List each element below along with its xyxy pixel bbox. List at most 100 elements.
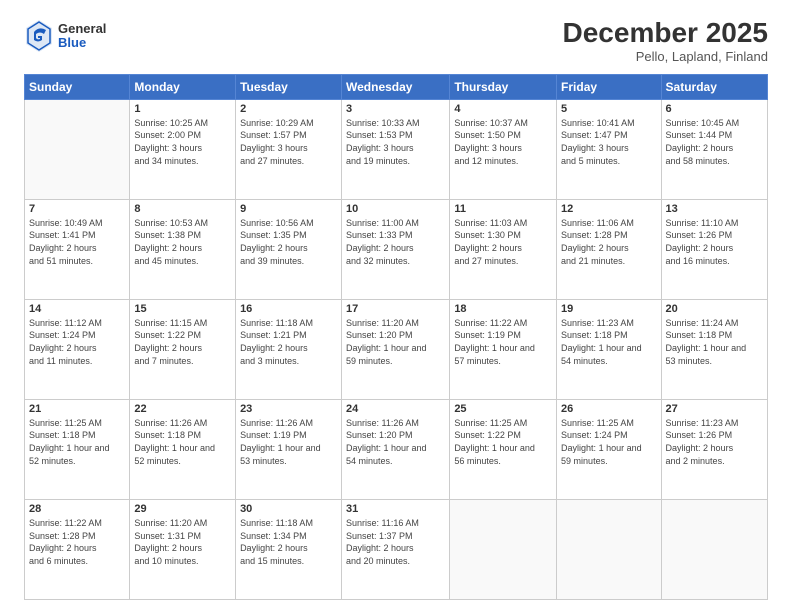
day-info: Sunrise: 11:25 AM Sunset: 1:18 PM Daylig… (29, 417, 125, 467)
calendar-cell: 4 Sunrise: 10:37 AM Sunset: 1:50 PM Dayli… (450, 99, 557, 199)
logo: General Blue (24, 18, 106, 54)
calendar-cell: 21 Sunrise: 11:25 AM Sunset: 1:18 PM Dayl… (25, 399, 130, 499)
day-info: Sunrise: 11:22 AM Sunset: 1:19 PM Daylig… (454, 317, 552, 367)
calendar-cell: 15 Sunrise: 11:15 AM Sunset: 1:22 PM Dayl… (130, 299, 236, 399)
day-number: 2 (240, 103, 337, 115)
day-info: Sunrise: 10:37 AM Sunset: 1:50 PM Daylig… (454, 117, 552, 167)
day-info: Sunrise: 11:06 AM Sunset: 1:28 PM Daylig… (561, 217, 656, 267)
day-number: 16 (240, 303, 337, 315)
day-info: Sunrise: 11:25 AM Sunset: 1:24 PM Daylig… (561, 417, 656, 467)
day-number: 28 (29, 503, 125, 515)
calendar-cell (450, 499, 557, 599)
day-info: Sunrise: 11:24 AM Sunset: 1:18 PM Daylig… (666, 317, 763, 367)
calendar-table: SundayMondayTuesdayWednesdayThursdayFrid… (24, 74, 768, 600)
day-number: 4 (454, 103, 552, 115)
calendar-cell: 10 Sunrise: 11:00 AM Sunset: 1:33 PM Dayl… (342, 199, 450, 299)
calendar-subtitle: Pello, Lapland, Finland (563, 49, 768, 64)
calendar-cell: 7Sunrise: 10:49 AM Sunset: 1:41 PM Dayli… (25, 199, 130, 299)
calendar-cell: 19Sunrise: 11:23 AM Sunset: 1:18 PM Dayl… (557, 299, 661, 399)
title-block: December 2025 Pello, Lapland, Finland (563, 18, 768, 64)
day-number: 18 (454, 303, 552, 315)
day-info: Sunrise: 11:18 AM Sunset: 1:34 PM Daylig… (240, 517, 337, 567)
day-number: 1 (134, 103, 231, 115)
calendar-cell: 22Sunrise: 11:26 AM Sunset: 1:18 PM Dayl… (130, 399, 236, 499)
day-info: Sunrise: 10:33 AM Sunset: 1:53 PM Daylig… (346, 117, 445, 167)
day-number: 6 (666, 103, 763, 115)
calendar-cell: 30 Sunrise: 11:18 AM Sunset: 1:34 PM Dayl… (236, 499, 342, 599)
calendar-cell: 11Sunrise: 11:03 AM Sunset: 1:30 PM Dayl… (450, 199, 557, 299)
day-info: Sunrise: 11:10 AM Sunset: 1:26 PM Daylig… (666, 217, 763, 267)
day-info: Sunrise: 11:20 AM Sunset: 1:20 PM Daylig… (346, 317, 445, 367)
day-number: 27 (666, 403, 763, 415)
day-info: Sunrise: 11:15 AM Sunset: 1:22 PM Daylig… (134, 317, 231, 367)
calendar-cell: 2Sunrise: 10:29 AM Sunset: 1:57 PM Dayli… (236, 99, 342, 199)
calendar-cell: 5Sunrise: 10:41 AM Sunset: 1:47 PM Dayli… (557, 99, 661, 199)
calendar-week-row: 14 Sunrise: 11:12 AM Sunset: 1:24 PM Dayl… (25, 299, 768, 399)
calendar-cell: 24Sunrise: 11:26 AM Sunset: 1:20 PM Dayl… (342, 399, 450, 499)
logo-icon (24, 18, 54, 54)
day-number: 31 (346, 503, 445, 515)
calendar-cell: 26 Sunrise: 11:25 AM Sunset: 1:24 PM Dayl… (557, 399, 661, 499)
calendar-cell: 8Sunrise: 10:53 AM Sunset: 1:38 PM Dayli… (130, 199, 236, 299)
calendar-title: December 2025 (563, 18, 768, 49)
day-info: Sunrise: 10:56 AM Sunset: 1:35 PM Daylig… (240, 217, 337, 267)
calendar-cell: 3 Sunrise: 10:33 AM Sunset: 1:53 PM Dayli… (342, 99, 450, 199)
day-info: Sunrise: 11:12 AM Sunset: 1:24 PM Daylig… (29, 317, 125, 367)
day-number: 12 (561, 203, 656, 215)
calendar-cell: 23Sunrise: 11:26 AM Sunset: 1:19 PM Dayl… (236, 399, 342, 499)
calendar-cell: 9 Sunrise: 10:56 AM Sunset: 1:35 PM Dayli… (236, 199, 342, 299)
calendar-cell: 1 Sunrise: 10:25 AM Sunset: 2:00 PM Dayli… (130, 99, 236, 199)
page: General Blue December 2025 Pello, Laplan… (0, 0, 792, 612)
calendar-week-row: 1 Sunrise: 10:25 AM Sunset: 2:00 PM Dayli… (25, 99, 768, 199)
day-info: Sunrise: 11:00 AM Sunset: 1:33 PM Daylig… (346, 217, 445, 267)
day-number: 13 (666, 203, 763, 215)
day-info: Sunrise: 11:22 AM Sunset: 1:28 PM Daylig… (29, 517, 125, 567)
day-info: Sunrise: 11:23 AM Sunset: 1:26 PM Daylig… (666, 417, 763, 467)
day-number: 29 (134, 503, 231, 515)
day-number: 17 (346, 303, 445, 315)
day-of-week-header: Friday (557, 74, 661, 99)
day-of-week-header: Thursday (450, 74, 557, 99)
logo-line1: General (58, 22, 106, 36)
calendar-cell (557, 499, 661, 599)
day-info: Sunrise: 10:45 AM Sunset: 1:44 PM Daylig… (666, 117, 763, 167)
calendar-cell: 17 Sunrise: 11:20 AM Sunset: 1:20 PM Dayl… (342, 299, 450, 399)
day-number: 3 (346, 103, 445, 115)
calendar-cell: 18 Sunrise: 11:22 AM Sunset: 1:19 PM Dayl… (450, 299, 557, 399)
calendar-cell: 25 Sunrise: 11:25 AM Sunset: 1:22 PM Dayl… (450, 399, 557, 499)
day-info: Sunrise: 11:26 AM Sunset: 1:19 PM Daylig… (240, 417, 337, 467)
day-number: 10 (346, 203, 445, 215)
calendar-week-row: 21 Sunrise: 11:25 AM Sunset: 1:18 PM Dayl… (25, 399, 768, 499)
day-number: 8 (134, 203, 231, 215)
calendar-cell: 28 Sunrise: 11:22 AM Sunset: 1:28 PM Dayl… (25, 499, 130, 599)
day-number: 5 (561, 103, 656, 115)
day-number: 30 (240, 503, 337, 515)
day-info: Sunrise: 10:25 AM Sunset: 2:00 PM Daylig… (134, 117, 231, 167)
calendar-cell: 6 Sunrise: 10:45 AM Sunset: 1:44 PM Dayli… (661, 99, 767, 199)
day-number: 11 (454, 203, 552, 215)
day-number: 22 (134, 403, 231, 415)
calendar-cell (661, 499, 767, 599)
day-of-week-header: Tuesday (236, 74, 342, 99)
day-number: 14 (29, 303, 125, 315)
day-number: 19 (561, 303, 656, 315)
calendar-cell: 13 Sunrise: 11:10 AM Sunset: 1:26 PM Dayl… (661, 199, 767, 299)
day-of-week-header: Monday (130, 74, 236, 99)
calendar-cell: 16Sunrise: 11:18 AM Sunset: 1:21 PM Dayl… (236, 299, 342, 399)
calendar-cell: 29 Sunrise: 11:20 AM Sunset: 1:31 PM Dayl… (130, 499, 236, 599)
day-number: 21 (29, 403, 125, 415)
day-info: Sunrise: 11:20 AM Sunset: 1:31 PM Daylig… (134, 517, 231, 567)
day-number: 15 (134, 303, 231, 315)
day-number: 9 (240, 203, 337, 215)
day-of-week-header: Wednesday (342, 74, 450, 99)
day-info: Sunrise: 11:16 AM Sunset: 1:37 PM Daylig… (346, 517, 445, 567)
day-number: 25 (454, 403, 552, 415)
calendar-cell: 31 Sunrise: 11:16 AM Sunset: 1:37 PM Dayl… (342, 499, 450, 599)
calendar-cell: 12 Sunrise: 11:06 AM Sunset: 1:28 PM Dayl… (557, 199, 661, 299)
day-of-week-header: Sunday (25, 74, 130, 99)
calendar-cell: 20Sunrise: 11:24 AM Sunset: 1:18 PM Dayl… (661, 299, 767, 399)
calendar-cell: 27 Sunrise: 11:23 AM Sunset: 1:26 PM Dayl… (661, 399, 767, 499)
logo-text: General Blue (58, 22, 106, 51)
day-number: 26 (561, 403, 656, 415)
day-info: Sunrise: 11:25 AM Sunset: 1:22 PM Daylig… (454, 417, 552, 467)
